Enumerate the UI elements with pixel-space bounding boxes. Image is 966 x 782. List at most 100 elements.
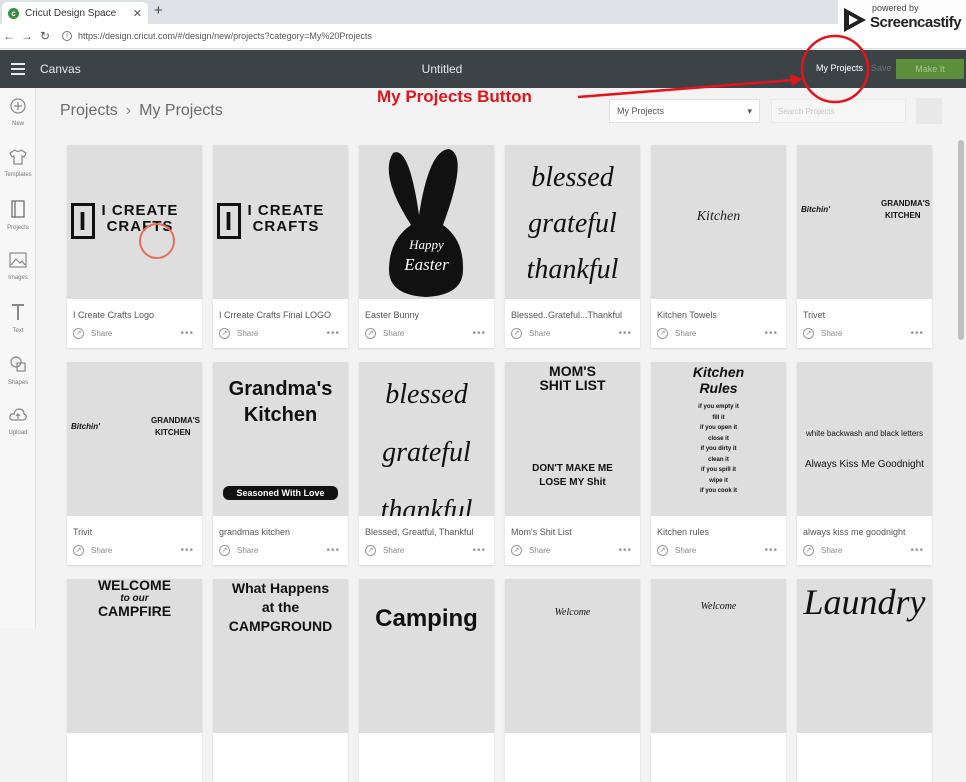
share-button[interactable]: ↗ Share	[73, 328, 112, 339]
project-thumbnail[interactable]: WELCOME to our CAMPFIRE	[67, 579, 202, 733]
project-thumbnail[interactable]: Kitchen Rules if you empty it fill it if you…	[651, 362, 786, 516]
share-button[interactable]: ↗ Share	[511, 545, 550, 556]
share-button[interactable]: ↗ Share	[657, 328, 696, 339]
artwork-text: Easter	[404, 255, 449, 274]
more-options-icon[interactable]: •••	[180, 328, 194, 339]
reload-icon[interactable]: ↻	[36, 29, 54, 43]
info-icon[interactable]: i	[62, 31, 72, 41]
share-icon: ↗	[657, 545, 668, 556]
share-icon: ↗	[511, 545, 522, 556]
share-label: Share	[529, 546, 551, 555]
share-button[interactable]: ↗ Share	[219, 328, 258, 339]
artwork-text: WELCOME	[97, 579, 172, 593]
breadcrumb-projects[interactable]: Projects	[60, 102, 118, 120]
project-thumbnail[interactable]: Kitchen	[651, 145, 786, 299]
project-card[interactable]: Happy Easter Easter Bunny ↗ Share •••	[359, 145, 494, 348]
artwork-text: thankful	[380, 495, 473, 516]
project-thumbnail[interactable]: Welcome	[651, 579, 786, 733]
project-thumbnail[interactable]: Laundry	[797, 579, 932, 733]
project-thumbnail[interactable]: MOM'S SHIT LIST DON'T MAKE ME LOSE MY Shit	[505, 362, 640, 516]
project-card[interactable]: Laundry	[797, 579, 932, 782]
project-card[interactable]: Welcome	[505, 579, 640, 782]
more-options-icon[interactable]: •••	[764, 328, 778, 339]
sidebar-item-images[interactable]: Images	[0, 252, 36, 281]
project-card[interactable]: Camping	[359, 579, 494, 782]
sidebar-item-shapes[interactable]: Shapes	[0, 355, 36, 386]
url-field[interactable]: i https://design.cricut.com/#/design/new…	[62, 31, 372, 41]
project-card[interactable]: blessed grateful thankful Blessed, Greatful…	[359, 362, 494, 565]
sidebar-item-templates[interactable]: Templates	[0, 149, 36, 178]
make-it-button[interactable]: Make It	[896, 59, 964, 79]
share-label: Share	[237, 546, 259, 555]
project-card[interactable]: Kitchen Rules if you empty it fill it if you…	[651, 362, 786, 565]
search-input[interactable]: Search Projects	[771, 99, 906, 123]
artwork-text: DON'T MAKE ME	[532, 463, 613, 474]
project-thumbnail[interactable]: blessed grateful thankful	[359, 362, 494, 516]
project-thumbnail[interactable]: II CREATE CRAFTS	[67, 145, 202, 299]
scrollbar[interactable]	[958, 140, 964, 340]
more-options-icon[interactable]: •••	[618, 545, 632, 556]
forward-icon[interactable]: →	[18, 29, 36, 43]
more-options-icon[interactable]: •••	[618, 328, 632, 339]
more-options-icon[interactable]: •••	[326, 545, 340, 556]
share-button[interactable]: ↗ Share	[73, 545, 112, 556]
my-projects-button[interactable]: My Projects	[810, 61, 870, 75]
artwork-text: grateful	[528, 208, 617, 239]
project-card[interactable]: WELCOME to our CAMPFIRE	[67, 579, 202, 782]
share-button[interactable]: ↗ Share	[365, 545, 404, 556]
project-artwork: II CREATE CRAFTS	[217, 203, 345, 239]
back-icon[interactable]: ←	[0, 29, 18, 43]
project-card[interactable]: II CREATE CRAFTS I Create Crafts Logo ↗ Shar…	[67, 145, 202, 348]
artwork-text: Rules	[699, 380, 738, 396]
project-thumbnail[interactable]: Happy Easter	[359, 145, 494, 299]
project-thumbnail[interactable]: Camping	[359, 579, 494, 733]
share-button[interactable]: ↗ Share	[803, 328, 842, 339]
project-card[interactable]: Bitchin' GRANDMA'S KITCHEN Trivit ↗ Share •••	[67, 362, 202, 565]
sidebar-item-projects[interactable]: Projects	[0, 200, 36, 231]
share-icon: ↗	[365, 545, 376, 556]
more-options-icon[interactable]: •••	[764, 545, 778, 556]
share-button[interactable]: ↗ Share	[219, 545, 258, 556]
project-thumbnail[interactable]: blessed grateful thankful	[505, 145, 640, 299]
project-thumbnail[interactable]: II CREATE CRAFTS	[213, 145, 348, 299]
share-button[interactable]: ↗ Share	[365, 328, 404, 339]
sidebar-item-upload[interactable]: Upload	[0, 407, 36, 436]
project-card[interactable]: Kitchen Kitchen Towels ↗ Share •••	[651, 145, 786, 348]
more-options-icon[interactable]: •••	[472, 328, 486, 339]
save-button[interactable]: Save	[871, 63, 892, 73]
more-options-icon[interactable]: •••	[910, 328, 924, 339]
plus-icon	[10, 98, 26, 114]
project-thumbnail[interactable]: Bitchin' GRANDMA'S KITCHEN	[797, 145, 932, 299]
project-card[interactable]: II CREATE CRAFTS I Crreate Crafts Final LO…	[213, 145, 348, 348]
search-button[interactable]	[916, 98, 942, 124]
close-tab-icon[interactable]: ✕	[133, 7, 142, 20]
sidebar-item-new[interactable]: New	[0, 98, 36, 127]
artwork-text: I CREATE	[101, 202, 179, 219]
project-thumbnail[interactable]: Bitchin' GRANDMA'S KITCHEN	[67, 362, 202, 516]
project-thumbnail[interactable]: Grandma's Kitchen Seasoned With Love	[213, 362, 348, 516]
category-select[interactable]: My Projects ▾	[609, 99, 760, 123]
more-options-icon[interactable]: •••	[472, 545, 486, 556]
project-card[interactable]: MOM'S SHIT LIST DON'T MAKE ME LOSE MY Shit M…	[505, 362, 640, 565]
artwork-text: grateful	[382, 437, 471, 468]
project-thumbnail[interactable]: Welcome	[505, 579, 640, 733]
project-card[interactable]: What Happens at the CAMPGROUND	[213, 579, 348, 782]
share-button[interactable]: ↗ Share	[657, 545, 696, 556]
project-card[interactable]: blessed grateful thankful Blessed..Grateful…	[505, 145, 640, 348]
share-button[interactable]: ↗ Share	[511, 328, 550, 339]
share-button[interactable]: ↗ Share	[803, 545, 842, 556]
more-options-icon[interactable]: •••	[180, 545, 194, 556]
project-thumbnail[interactable]: What Happens at the CAMPGROUND	[213, 579, 348, 733]
more-options-icon[interactable]: •••	[326, 328, 340, 339]
more-options-icon[interactable]: •••	[910, 545, 924, 556]
new-tab-icon[interactable]: +	[154, 2, 163, 19]
project-card[interactable]: Grandma's Kitchen Seasoned With Love grandm…	[213, 362, 348, 565]
browser-tab[interactable]: c Cricut Design Space ✕	[2, 2, 148, 24]
artwork-text: if you open it	[699, 425, 738, 431]
sidebar-item-text[interactable]: Text	[0, 303, 36, 334]
project-thumbnail[interactable]: white backwash and black letters Always K…	[797, 362, 932, 516]
project-card[interactable]: Bitchin' GRANDMA'S KITCHEN Trivet ↗ Share •••	[797, 145, 932, 348]
project-card[interactable]: white backwash and black letters Always K…	[797, 362, 932, 565]
bunny-artwork	[388, 149, 464, 297]
project-card[interactable]: Welcome	[651, 579, 786, 782]
